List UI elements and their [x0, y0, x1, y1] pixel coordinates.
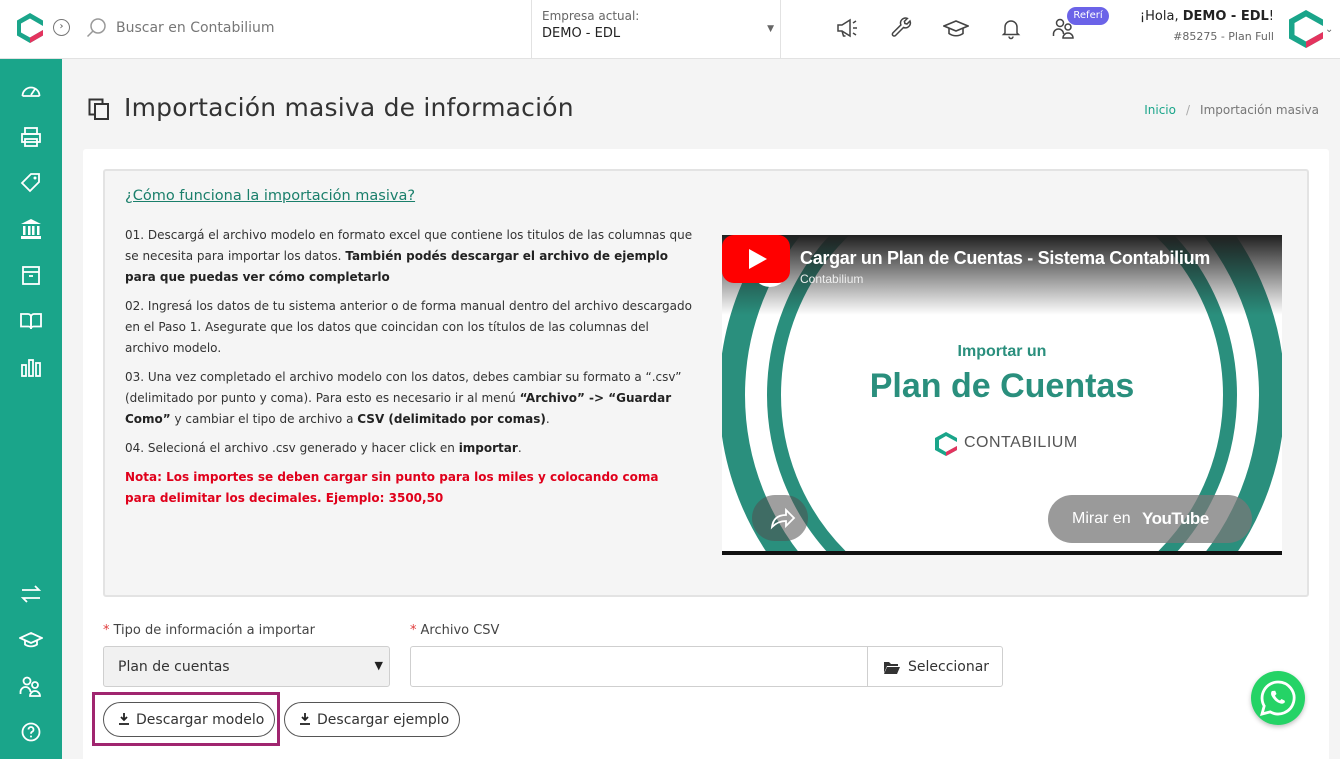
required-marker: * — [103, 623, 110, 638]
breadcrumb-current: Importación masiva — [1200, 103, 1319, 117]
page-title: Importación masiva de información — [124, 93, 574, 122]
instructions-steps: 01. Descargá el archivo modelo en format… — [125, 225, 693, 517]
play-icon[interactable] — [722, 235, 790, 283]
step-4-bold: importar — [458, 441, 518, 455]
copy-icon — [88, 98, 109, 120]
bar-chart-icon[interactable] — [19, 355, 43, 379]
wrench-icon[interactable] — [890, 16, 914, 40]
import-type-select[interactable]: Plan de cuentas ▼ — [103, 646, 390, 687]
company-selector[interactable]: Empresa actual: DEMO - EDL ▼ — [531, 0, 781, 59]
plan-info: #85275 - Plan Full — [1173, 30, 1274, 43]
slide-brand: CONTABILIUM — [964, 434, 1078, 451]
type-label-text: Tipo de información a importar — [113, 623, 315, 638]
step-3-format: CSV (delimitado por comas) — [357, 412, 546, 426]
search-input[interactable]: Buscar en Contabilium — [116, 20, 275, 36]
contabilium-logo[interactable] — [14, 12, 46, 44]
breadcrumb: Inicio / Importación masiva — [1144, 103, 1319, 117]
youtube-brand: YouTube — [1142, 509, 1209, 528]
folder-open-icon — [884, 662, 900, 674]
graduation-cap-icon[interactable] — [19, 628, 43, 652]
breadcrumb-separator: / — [1185, 103, 1191, 117]
download-model-label: Descargar modelo — [136, 712, 265, 728]
file-label: * Archivo CSV — [410, 623, 499, 638]
step-4-end: . — [517, 441, 522, 455]
note-text: Nota: Los importes se deben cargar sin p… — [125, 470, 659, 505]
company-value: DEMO - EDL — [542, 26, 621, 41]
user-greeting: ¡Hola, DEMO - EDL! — [1140, 9, 1274, 24]
company-label: Empresa actual: — [542, 9, 640, 23]
csv-file-input[interactable] — [410, 646, 868, 687]
chevron-down-icon: ▼ — [374, 659, 383, 672]
greeting-suffix: ! — [1268, 9, 1274, 24]
tag-icon[interactable] — [19, 171, 43, 195]
user-menu-chevron-icon[interactable]: ⌄ — [1325, 24, 1333, 35]
download-icon — [300, 713, 310, 725]
bell-icon[interactable] — [999, 16, 1023, 40]
step-3-end: . — [545, 412, 550, 426]
step-4: 04. Selecioná el archivo .csv generado y… — [125, 438, 693, 459]
whatsapp-icon — [1260, 680, 1296, 716]
referral-badge[interactable]: Referí — [1067, 7, 1109, 25]
share-icon — [770, 507, 796, 530]
printer-icon[interactable] — [19, 125, 43, 149]
video-title[interactable]: Cargar un Plan de Cuentas - Sistema Cont… — [800, 248, 1210, 269]
select-file-button[interactable]: Seleccionar — [867, 646, 1003, 687]
slide-line-1: Importar un — [957, 343, 1047, 360]
download-icon — [119, 713, 129, 725]
graduation-cap-icon[interactable] — [943, 16, 969, 40]
chevron-down-icon: ▼ — [767, 24, 774, 34]
youtube-video-embed[interactable]: Cargar un Plan de Cuentas - Sistema Cont… — [722, 235, 1282, 555]
video-channel[interactable]: Contabilium — [800, 272, 863, 286]
step-1: 01. Descargá el archivo modelo en format… — [125, 225, 693, 288]
how-it-works-link[interactable]: ¿Cómo funciona la importación masiva? — [125, 188, 415, 204]
select-file-label: Seleccionar — [908, 659, 990, 675]
import-type-value: Plan de cuentas — [118, 659, 230, 675]
archive-icon[interactable] — [19, 263, 43, 287]
share-button[interactable] — [752, 495, 808, 541]
slide-line-2: Plan de Cuentas — [869, 367, 1135, 405]
watch-label: Mirar en — [1072, 510, 1131, 527]
breadcrumb-home[interactable]: Inicio — [1144, 103, 1176, 117]
download-example-button[interactable]: Descargar ejemplo — [284, 702, 460, 737]
bank-icon[interactable] — [19, 217, 43, 241]
step-2: 02. Ingresá los datos de tu sistema ante… — [125, 299, 692, 355]
greeting-prefix: ¡Hola, — [1139, 9, 1183, 24]
help-icon[interactable] — [19, 720, 43, 744]
user-name: DEMO - EDL — [1182, 9, 1269, 24]
download-model-button[interactable]: Descargar modelo — [103, 702, 275, 737]
step-4-text: 04. Selecioná el archivo .csv generado y… — [125, 441, 459, 455]
download-example-label: Descargar ejemplo — [317, 712, 450, 728]
book-icon[interactable] — [19, 309, 43, 333]
sidebar — [0, 59, 62, 759]
step-3: 03. Una vez completado el archivo modelo… — [125, 367, 693, 430]
dashboard-icon[interactable] — [19, 79, 43, 103]
file-label-text: Archivo CSV — [420, 623, 500, 638]
avatar[interactable] — [1285, 8, 1327, 50]
watch-on-youtube-button[interactable]: Mirar en YouTube — [1048, 495, 1252, 543]
top-bar: › Buscar en Contabilium Empresa actual: … — [0, 0, 1340, 59]
type-label: * Tipo de información a importar — [103, 623, 315, 638]
whatsapp-button[interactable] — [1251, 671, 1305, 725]
transfer-icon[interactable] — [19, 582, 43, 606]
required-marker: * — [410, 623, 417, 638]
search-icon[interactable] — [86, 17, 108, 39]
megaphone-icon[interactable] — [835, 16, 859, 40]
sidebar-toggle-icon[interactable]: › — [53, 19, 70, 36]
step-3-text-b: y cambiar el tipo de archivo a — [170, 412, 358, 426]
contabilium-slide-logo-icon — [935, 432, 957, 456]
users-icon[interactable] — [19, 674, 43, 698]
